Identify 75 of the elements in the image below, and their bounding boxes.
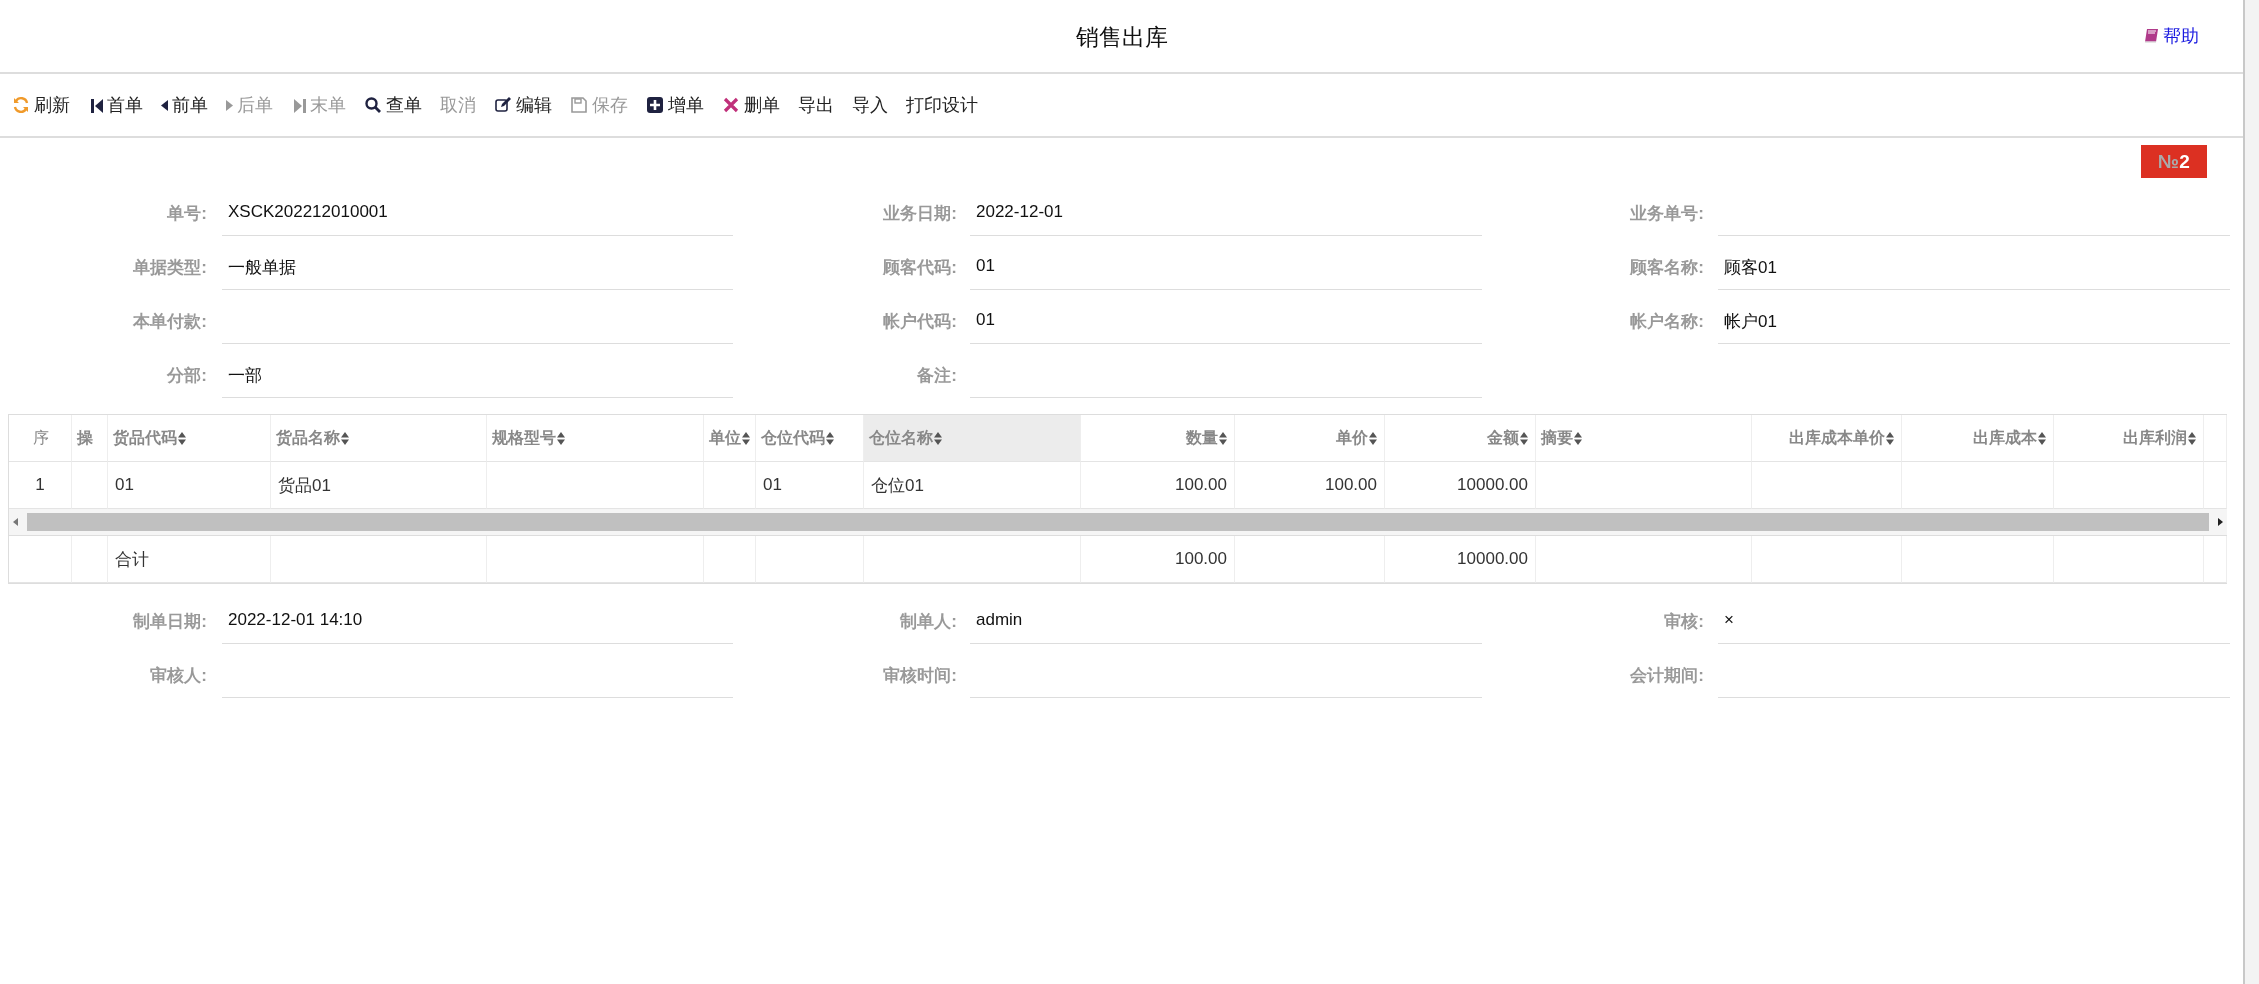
column-header[interactable]: 货品名称 <box>271 415 487 462</box>
search-icon <box>364 96 382 114</box>
field-label: 分部: <box>167 365 208 387</box>
caret-left-icon <box>161 99 168 111</box>
skip-forward-icon <box>291 97 306 113</box>
table-cell <box>704 536 756 583</box>
input-field[interactable]: 顾客01 <box>1718 236 2230 290</box>
input-field[interactable]: 01 <box>970 236 1482 290</box>
field-label: 审核: <box>1664 611 1705 633</box>
table-cell: 合计 <box>108 536 271 583</box>
column-header[interactable]: 出库成本 <box>1902 415 2054 462</box>
column-header[interactable]: 出库利润 <box>2054 415 2204 462</box>
toolbar-button[interactable]: 导入 <box>852 93 888 117</box>
input-field[interactable]: 2022-12-01 <box>970 182 1482 236</box>
column-header[interactable]: 规格型号 <box>487 415 704 462</box>
field-label: 帐户名称: <box>1630 311 1705 333</box>
field-label: 制单日期: <box>133 611 208 633</box>
input-field[interactable]: 2022-12-01 14:10 <box>222 590 733 644</box>
table-cell <box>72 536 108 583</box>
field-label: 帐户代码: <box>883 311 958 333</box>
horizontal-scrollbar[interactable] <box>9 509 2227 536</box>
column-header[interactable]: 金额 <box>1385 415 1536 462</box>
table-cell <box>9 536 72 583</box>
column-header[interactable]: 序 <box>9 415 72 462</box>
help-link[interactable]: 帮助 <box>2143 24 2199 48</box>
input-field[interactable]: XSCK202212010001 <box>222 182 733 236</box>
caret-right-icon <box>226 99 233 111</box>
field-label: 本单付款: <box>133 311 208 333</box>
field-label: 单号: <box>167 203 208 225</box>
table-cell: 100.00 <box>1081 536 1235 583</box>
vertical-scrollbar[interactable] <box>2243 0 2259 984</box>
close-icon <box>722 96 740 114</box>
toolbar-button[interactable]: 前单 <box>161 93 208 117</box>
column-header[interactable]: 单价 <box>1235 415 1385 462</box>
toolbar-button[interactable]: 导出 <box>798 93 834 117</box>
field-label: 单据类型: <box>133 257 208 279</box>
table-cell: 10000.00 <box>1385 536 1536 583</box>
toolbar-button[interactable]: 打印设计 <box>906 93 978 117</box>
toolbar-button[interactable]: 刷新 <box>12 93 70 117</box>
column-header[interactable]: 货品代码 <box>108 415 271 462</box>
table-cell <box>2204 536 2227 583</box>
toolbar-button[interactable]: 增单 <box>646 93 704 117</box>
column-header[interactable]: 操 <box>72 415 108 462</box>
table-cell <box>2204 415 2227 462</box>
input-field[interactable]: admin <box>970 590 1482 644</box>
field-label: 顾客代码: <box>883 257 958 279</box>
refresh-icon <box>12 96 30 114</box>
input-field[interactable]: 一部 <box>222 344 733 398</box>
column-header[interactable]: 数量 <box>1081 415 1235 462</box>
field-label: 备注: <box>917 365 958 387</box>
toolbar-button[interactable]: 编辑 <box>494 93 552 117</box>
field-label: 审核人: <box>150 665 208 687</box>
book-icon <box>2143 28 2159 44</box>
toolbar-button[interactable]: 首单 <box>88 93 143 117</box>
column-header[interactable]: 摘要 <box>1536 415 1752 462</box>
plus-icon <box>646 96 664 114</box>
save-icon <box>570 96 588 114</box>
toolbar-button[interactable]: 查单 <box>364 93 422 117</box>
page-title: 销售出库 <box>1075 23 1168 52</box>
field-label: 业务日期: <box>883 203 958 225</box>
skip-back-icon <box>88 97 103 113</box>
column-header[interactable]: 单位 <box>704 415 756 462</box>
number-badge: №2 <box>2141 145 2207 178</box>
toolbar-button[interactable]: 删单 <box>722 93 780 117</box>
input-field[interactable]: 一般单据 <box>222 236 733 290</box>
input-field[interactable]: × <box>1718 590 2230 644</box>
field-label: 业务单号: <box>1630 203 1705 225</box>
input-field[interactable]: 01 <box>970 290 1482 344</box>
field-label: 顾客名称: <box>1630 257 1705 279</box>
field-label: 会计期间: <box>1630 665 1705 687</box>
column-header[interactable]: 出库成本单价 <box>1752 415 1902 462</box>
input-field[interactable]: 帐户01 <box>1718 290 2230 344</box>
edit-icon <box>494 96 512 114</box>
field-label: 审核时间: <box>883 665 958 687</box>
field-label: 制单人: <box>900 611 958 633</box>
